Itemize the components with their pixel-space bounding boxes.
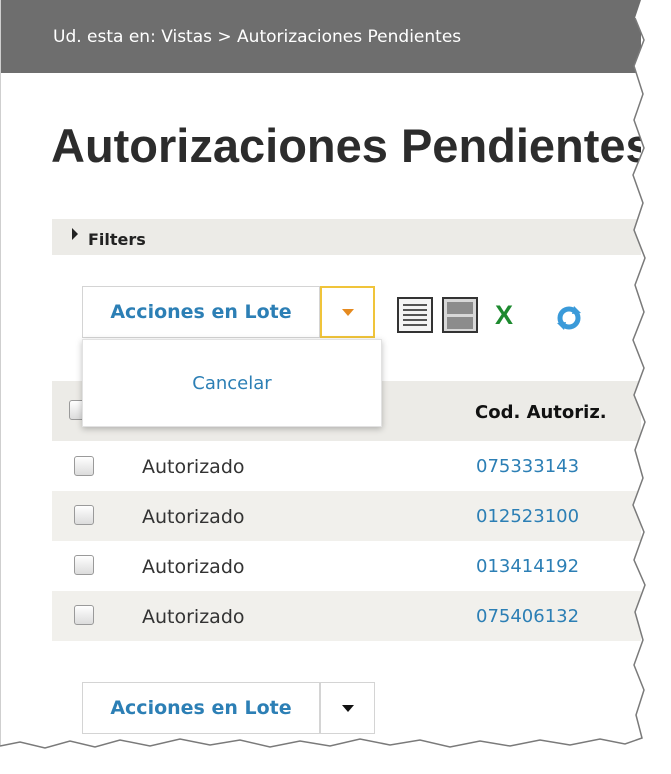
torn-edge-frame — [0, 0, 671, 774]
